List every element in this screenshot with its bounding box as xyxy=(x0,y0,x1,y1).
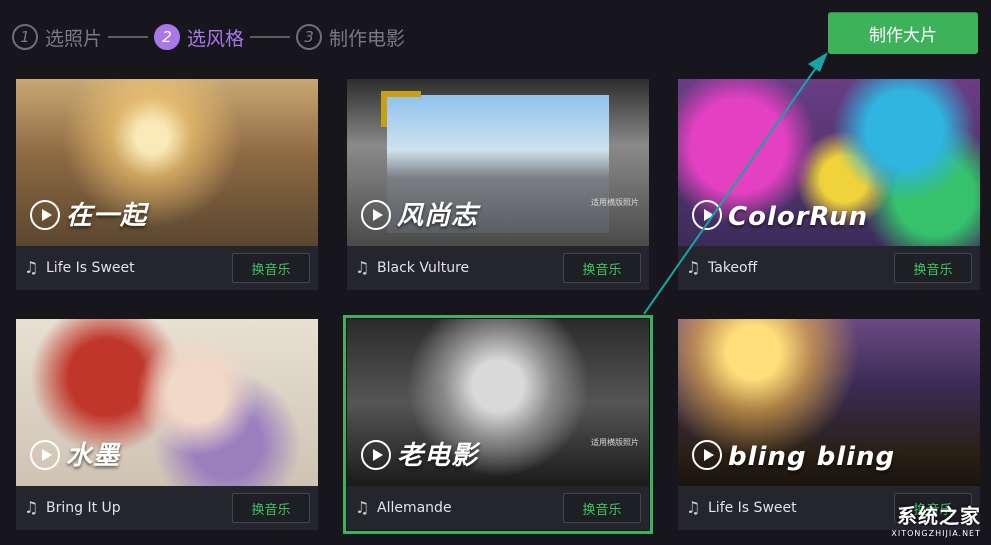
play-icon[interactable] xyxy=(30,200,60,230)
site-logo-text: 系统之家 xyxy=(897,504,981,528)
make-movie-button[interactable]: 制作大片 xyxy=(828,12,978,54)
style-title: 老电影 xyxy=(397,441,479,471)
step-label: 选照片 xyxy=(45,27,103,50)
style-card[interactable]: 适用横版照片 风尚志 ♫ Black Vulture 换音乐 xyxy=(347,79,649,290)
site-watermark-logo: 系统之家 XITONGZHIJIA.NET xyxy=(801,499,981,539)
play-icon[interactable] xyxy=(361,200,391,230)
play-icon[interactable] xyxy=(30,440,60,470)
style-thumbnail[interactable]: 适用横版照片 风尚志 xyxy=(347,79,649,246)
music-note-icon: ♫ xyxy=(355,258,370,277)
song-name: Bring It Up xyxy=(46,500,121,516)
step-label: 制作电影 xyxy=(329,27,406,50)
landscape-hint: 适用横版照片 xyxy=(591,198,639,207)
style-title: 风尚志 xyxy=(397,201,479,231)
card-footer: ♫ Bring It Up 换音乐 xyxy=(16,486,318,530)
play-icon[interactable] xyxy=(361,440,391,470)
step-select-style[interactable]: 2 选风格 xyxy=(154,24,244,51)
step-connector xyxy=(108,36,149,38)
change-music-button[interactable]: 换音乐 xyxy=(894,253,972,283)
card-footer: ♫ Takeoff 换音乐 xyxy=(678,246,980,290)
style-title: bling bling xyxy=(728,442,896,472)
music-note-icon: ♫ xyxy=(686,258,701,277)
music-note-icon: ♫ xyxy=(24,258,39,277)
style-thumbnail[interactable]: ColorRun xyxy=(678,79,980,246)
card-footer: ♫ Black Vulture 换音乐 xyxy=(347,246,649,290)
music-note-icon: ♫ xyxy=(24,498,39,517)
style-card[interactable]: ColorRun ♫ Takeoff 换音乐 xyxy=(678,79,980,290)
song-name: Allemande xyxy=(377,500,452,516)
step-select-photos[interactable]: 1 选照片 xyxy=(12,24,102,51)
play-icon[interactable] xyxy=(692,440,722,470)
step-make-movie[interactable]: 3 制作电影 xyxy=(296,24,405,51)
step-number: 1 xyxy=(12,24,38,50)
frame-corner xyxy=(381,91,421,127)
step-number: 2 xyxy=(154,24,181,50)
step-progress-bar: 1 选照片 2 选风格 3 制作电影 xyxy=(12,22,405,52)
style-thumbnail[interactable]: bling bling xyxy=(678,319,980,486)
style-card[interactable]: 在一起 ♫ Life Is Sweet 换音乐 xyxy=(16,79,318,290)
song-name: Takeoff xyxy=(708,260,758,276)
music-note-icon: ♫ xyxy=(355,498,370,517)
step-connector xyxy=(250,36,291,38)
style-card-selected[interactable]: 适用横版照片 老电影 ♫ Allemande 换音乐 xyxy=(343,315,653,534)
style-card[interactable]: 水墨 ♫ Bring It Up 换音乐 xyxy=(16,319,318,530)
style-title: ColorRun xyxy=(728,202,869,232)
song-name: Black Vulture xyxy=(377,260,470,276)
song-name: Life Is Sweet xyxy=(46,260,135,276)
play-icon[interactable] xyxy=(692,200,722,230)
style-title: 在一起 xyxy=(66,201,148,231)
song-name: Life Is Sweet xyxy=(708,500,797,516)
step-number: 3 xyxy=(296,24,323,50)
step-label: 选风格 xyxy=(187,27,245,50)
style-thumbnail[interactable]: 适用横版照片 老电影 xyxy=(347,319,649,486)
site-logo-url: XITONGZHIJIA.NET xyxy=(891,529,981,538)
card-footer: ♫ Life Is Sweet 换音乐 xyxy=(16,246,318,290)
change-music-button[interactable]: 换音乐 xyxy=(563,253,641,283)
change-music-button[interactable]: 换音乐 xyxy=(232,493,310,523)
change-music-button[interactable]: 换音乐 xyxy=(232,253,310,283)
card-footer: ♫ Allemande 换音乐 xyxy=(347,486,649,530)
change-music-button[interactable]: 换音乐 xyxy=(563,493,641,523)
music-note-icon: ♫ xyxy=(686,498,701,517)
landscape-hint: 适用横版照片 xyxy=(591,438,639,447)
style-thumbnail[interactable]: 水墨 xyxy=(16,319,318,486)
style-thumbnail[interactable]: 在一起 xyxy=(16,79,318,246)
style-title: 水墨 xyxy=(66,441,121,471)
